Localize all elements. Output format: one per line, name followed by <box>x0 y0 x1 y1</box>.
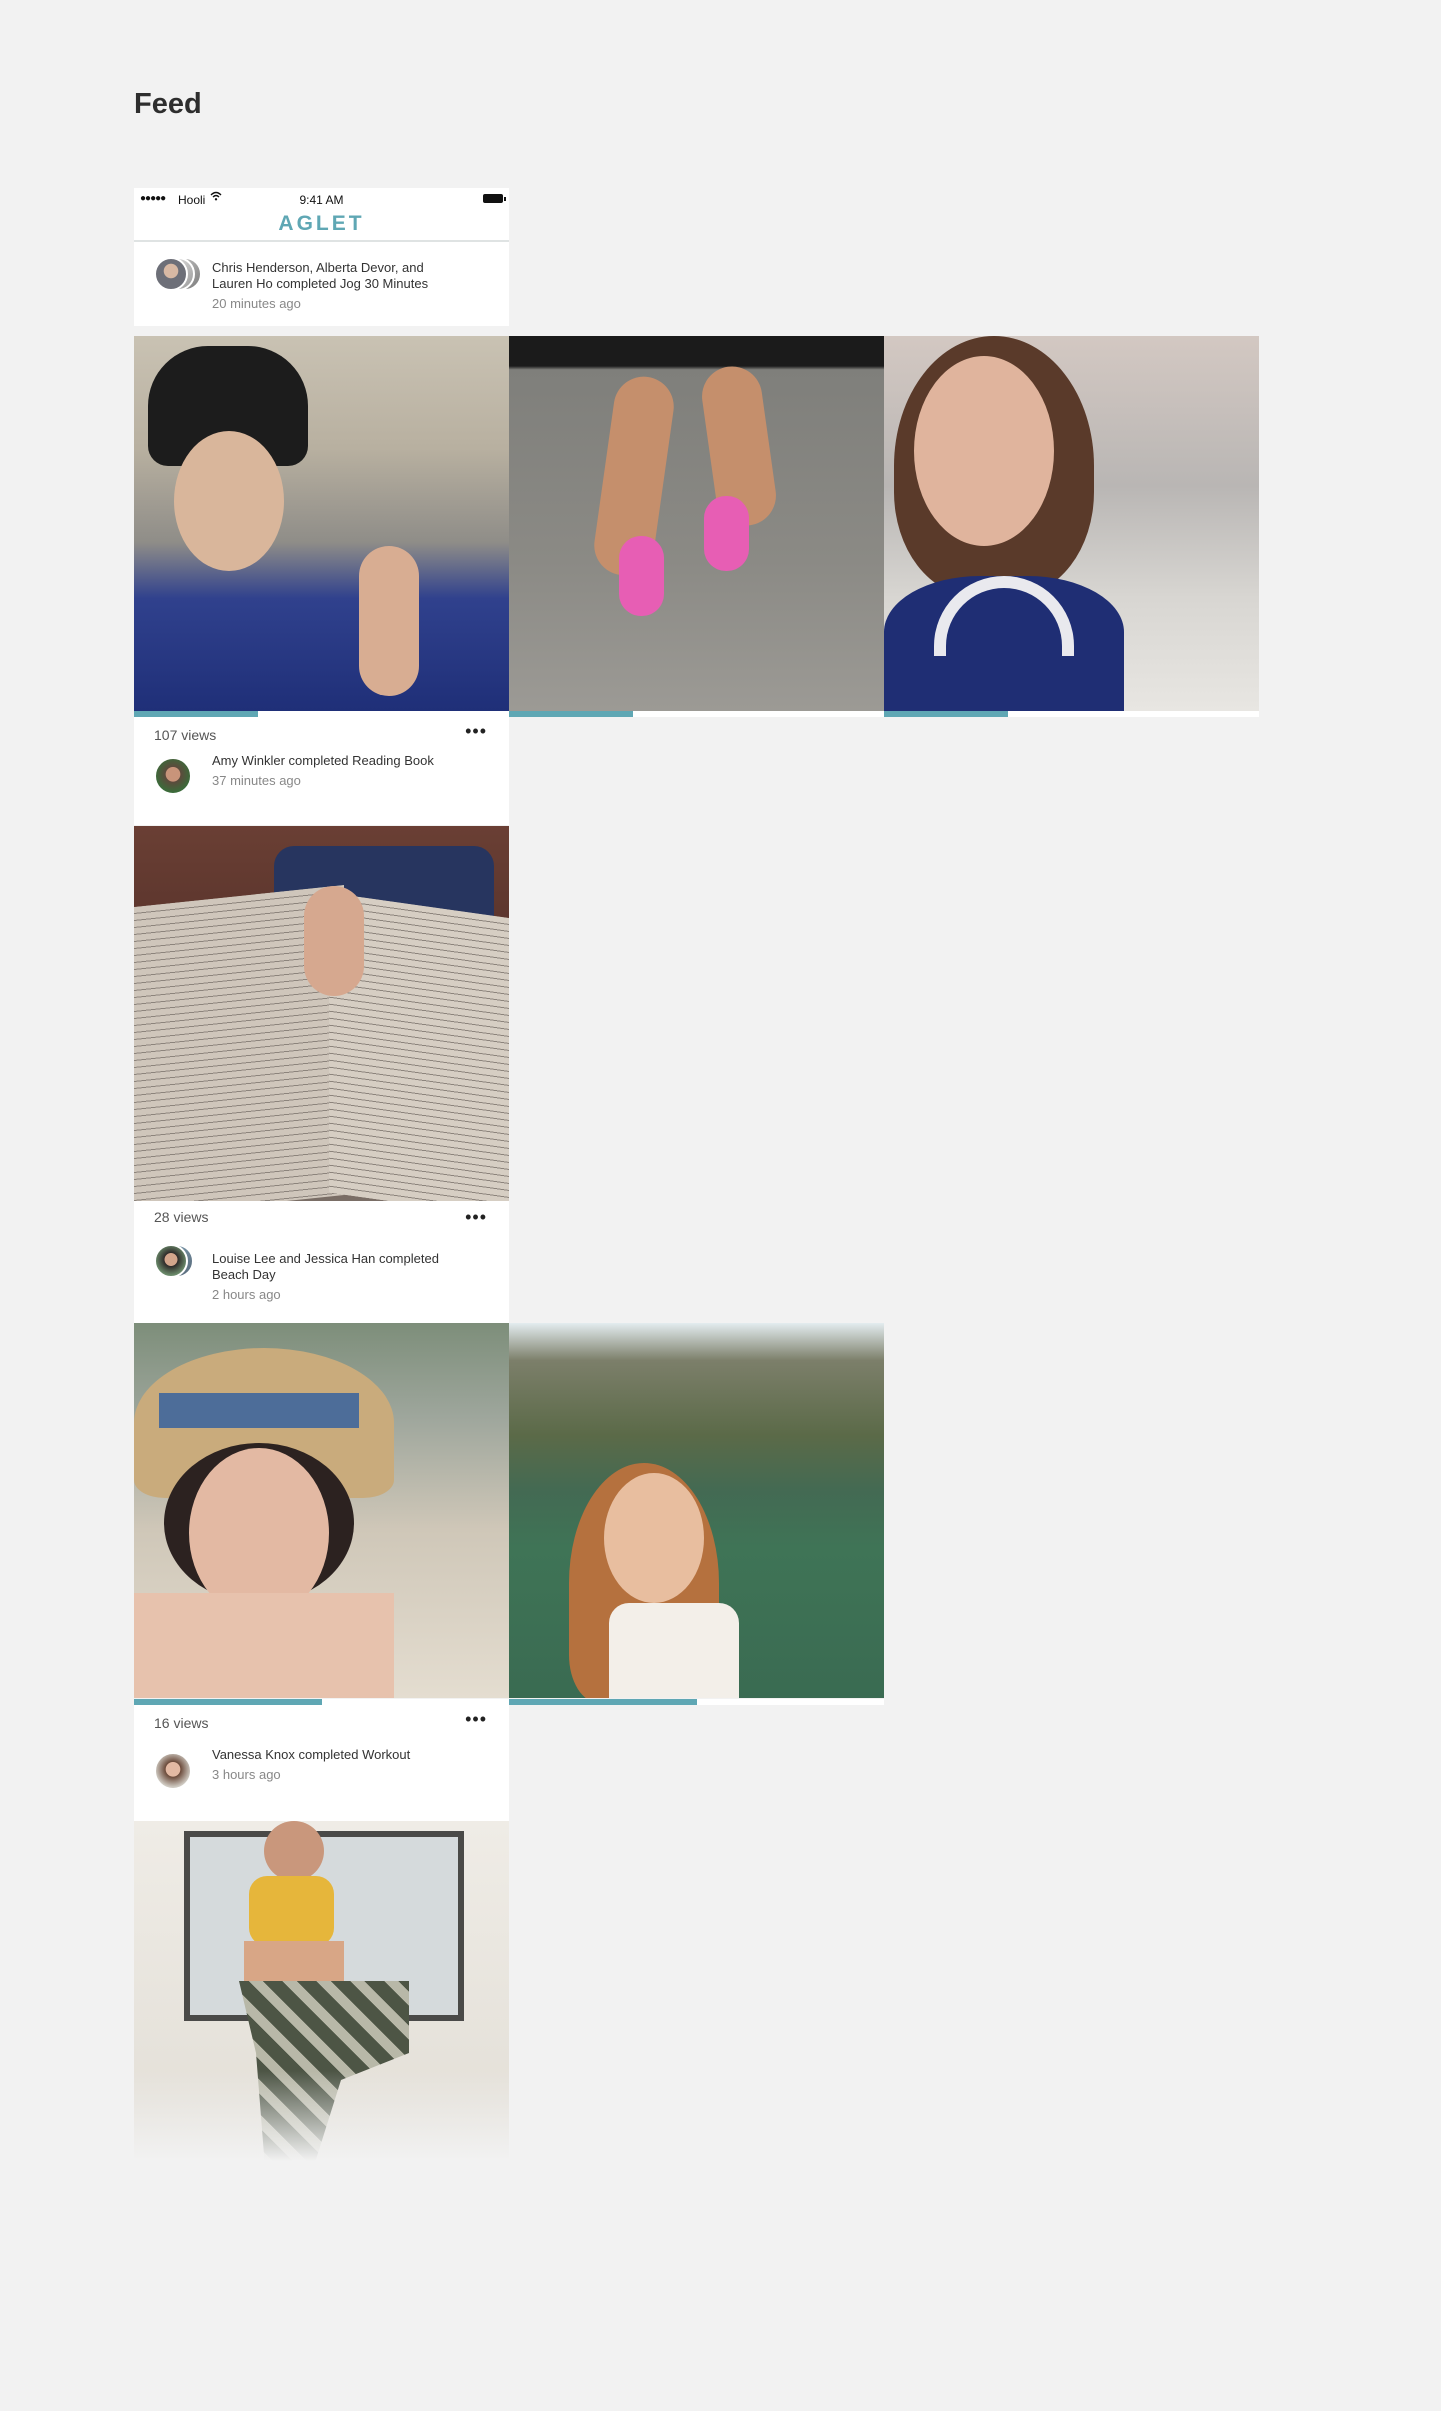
battery-icon <box>483 194 506 203</box>
post-timestamp: 20 minutes ago <box>212 296 301 311</box>
photo-detail <box>174 431 284 571</box>
avatar-group[interactable] <box>154 757 206 800</box>
views-row: 107 views ••• <box>134 717 509 747</box>
feed-fade <box>134 2071 509 2161</box>
more-options-icon[interactable]: ••• <box>465 1207 487 1228</box>
more-options-icon[interactable]: ••• <box>465 1709 487 1730</box>
avatar <box>154 757 192 795</box>
photo-detail <box>704 496 749 571</box>
avatar-group[interactable] <box>154 1244 206 1284</box>
photo-detail <box>609 1603 739 1698</box>
post-header[interactable]: Louise Lee and Jessica Han completed Bea… <box>134 1231 509 1323</box>
photo-detail <box>264 1821 324 1881</box>
status-time: 9:41 AM <box>299 193 344 207</box>
post-timestamp: 2 hours ago <box>212 1287 281 1302</box>
photo-jogger-selfie[interactable] <box>134 336 509 711</box>
photo-detail <box>604 1473 704 1603</box>
view-count: 28 views <box>154 1209 209 1225</box>
avatar <box>154 1752 192 1790</box>
avatar <box>154 257 188 291</box>
photo-detail <box>159 1393 359 1428</box>
post-header[interactable]: Vanessa Knox completed Workout 3 hours a… <box>134 1735 509 1821</box>
avatar-group[interactable] <box>154 257 206 295</box>
progress-segment <box>509 711 884 717</box>
more-options-icon[interactable]: ••• <box>465 721 487 742</box>
post-description: Vanessa Knox completed Workout 3 hours a… <box>212 1747 462 1783</box>
post-timestamp: 3 hours ago <box>212 1767 281 1782</box>
post-text: Vanessa Knox completed Workout <box>212 1747 411 1762</box>
views-row: 16 views ••• <box>134 1705 509 1735</box>
photo-detail <box>619 536 664 616</box>
views-row: 28 views ••• <box>134 1201 509 1231</box>
progress-fill <box>884 711 1008 717</box>
view-count: 16 views <box>154 1715 209 1731</box>
progress-segment <box>884 711 1259 717</box>
progress-fill <box>509 711 633 717</box>
post-timestamp: 37 minutes ago <box>212 773 301 788</box>
feed-card: 16 views ••• Vanessa Knox completed Work… <box>134 1705 509 1821</box>
post-description: Chris Henderson, Alberta Devor, and Laur… <box>212 260 462 312</box>
photo-detail <box>134 1593 394 1698</box>
photo-carousel[interactable] <box>134 1323 884 1698</box>
view-count: 107 views <box>154 727 217 743</box>
post-text: Chris Henderson, Alberta Devor, and Laur… <box>212 260 429 291</box>
post-text: Amy Winkler completed Reading Book <box>212 753 434 768</box>
photo-detail <box>304 886 364 996</box>
photo-running-shoes[interactable] <box>509 336 884 711</box>
avatar <box>154 1244 188 1278</box>
post-header[interactable]: Amy Winkler completed Reading Book 37 mi… <box>134 747 509 825</box>
page-title: Feed <box>134 88 202 120</box>
photo-carousel[interactable] <box>134 826 509 1201</box>
photo-carousel[interactable] <box>134 336 1259 711</box>
photo-headphones-selfie[interactable] <box>884 336 1259 711</box>
photo-reading-book[interactable] <box>134 826 509 1201</box>
post-description: Louise Lee and Jessica Han completed Bea… <box>212 1251 462 1303</box>
post-text: Louise Lee and Jessica Han completed Bea… <box>212 1251 439 1282</box>
progress-segment <box>509 1699 884 1705</box>
photo-bay-selfie[interactable] <box>509 1323 884 1698</box>
feed-card: 107 views ••• Amy Winkler completed Read… <box>134 717 509 825</box>
post-description: Amy Winkler completed Reading Book 37 mi… <box>212 753 462 789</box>
photo-beach-selfie[interactable] <box>134 1323 509 1698</box>
feed-card: 28 views ••• Louise Lee and Jessica Han … <box>134 1201 509 1323</box>
avatar-group[interactable] <box>154 1750 206 1790</box>
post-header[interactable]: Chris Henderson, Alberta Devor, and Laur… <box>134 242 509 326</box>
phone-frame: ●●●●● Hooli 9:41 AM AGLET Chris Henderso… <box>134 188 509 326</box>
photo-detail <box>244 1941 344 1986</box>
app-logo: AGLET <box>134 212 509 242</box>
progress-fill <box>509 1699 697 1705</box>
status-bar: ●●●●● Hooli 9:41 AM <box>134 188 509 212</box>
photo-detail <box>249 1876 334 1946</box>
photo-detail <box>359 546 419 696</box>
photo-detail <box>914 356 1054 546</box>
